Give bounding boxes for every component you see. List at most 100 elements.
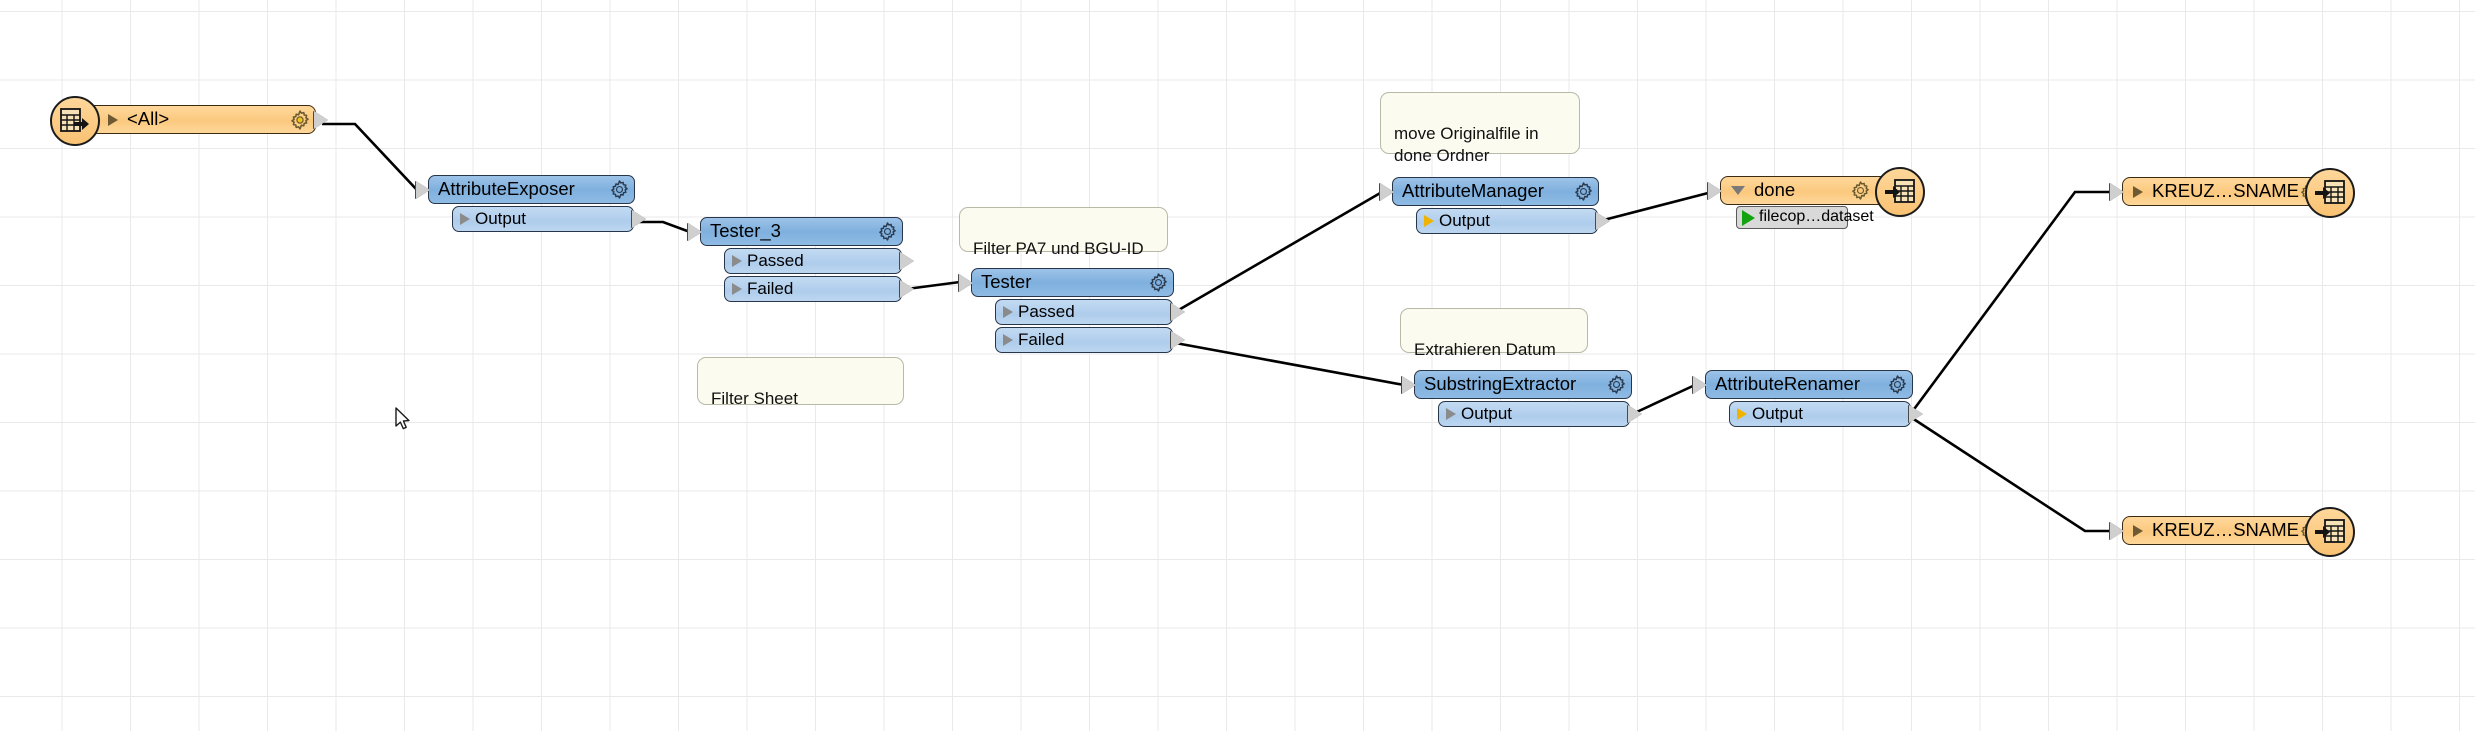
input-connector[interactable] bbox=[2110, 521, 2124, 540]
table-writer-icon bbox=[2305, 168, 2355, 218]
node-kreuz-writer-bottom[interactable]: KREUZ…SNAME bbox=[2110, 507, 2355, 557]
connection-layer bbox=[322, 122, 2113, 533]
input-connector[interactable] bbox=[416, 180, 430, 199]
connection-tester-to-substring_extractor[interactable] bbox=[1169, 340, 1405, 387]
input-connector[interactable] bbox=[2110, 182, 2124, 201]
table-reader-glyph bbox=[60, 108, 89, 132]
annotation-text: Filter Sheet bbox=[711, 388, 798, 408]
attribute-renamer-title: AttributeRenamer bbox=[1715, 374, 1860, 394]
input-connector[interactable] bbox=[1708, 181, 1722, 200]
tester-header[interactable]: Tester bbox=[959, 268, 1174, 297]
output-connector[interactable] bbox=[1628, 405, 1642, 423]
node-done-writer[interactable]: done filecop…dataset bbox=[1708, 167, 1925, 229]
output-connector[interactable] bbox=[1171, 331, 1185, 349]
expand-triangle-icon[interactable] bbox=[2133, 524, 2143, 537]
table-writer-icon bbox=[1875, 167, 1925, 217]
gear-icon[interactable] bbox=[1606, 374, 1627, 395]
node-tester[interactable]: Tester Passed Failed bbox=[959, 268, 1185, 353]
output-connector[interactable] bbox=[1909, 405, 1923, 423]
table-writer-icon bbox=[2305, 507, 2355, 557]
node-substring-extractor[interactable]: SubstringExtractor Output bbox=[1402, 370, 1642, 427]
done-writer-title: done bbox=[1754, 178, 1796, 200]
port-output[interactable]: Output bbox=[1416, 208, 1610, 234]
expand-triangle-icon[interactable] bbox=[2133, 185, 2143, 198]
port-label: Failed bbox=[1018, 330, 1065, 349]
tester-3-header[interactable]: Tester_3 bbox=[688, 217, 903, 246]
substring-extractor-header[interactable]: SubstringExtractor bbox=[1402, 370, 1632, 399]
connection-reader_all-to-attribute_exposer[interactable] bbox=[322, 122, 418, 191]
annotation-move-originalfile[interactable]: move Originalfile in done Ordner bbox=[1380, 92, 1580, 165]
gear-icon[interactable] bbox=[289, 109, 311, 131]
node-attribute-manager[interactable]: AttributeManager Output bbox=[1380, 177, 1610, 234]
port-failed[interactable]: Failed bbox=[995, 327, 1185, 353]
collapse-triangle-icon[interactable] bbox=[1731, 186, 1745, 195]
node-tester-3[interactable]: Tester_3 Passed Failed bbox=[688, 217, 914, 302]
writer-dataset-label: filecop…dataset bbox=[1759, 208, 1874, 225]
connection-attribute_renamer-to-kreuz_writer_top[interactable] bbox=[1907, 190, 2113, 417]
port-triangle-icon bbox=[1003, 334, 1013, 346]
port-label: Output bbox=[1461, 404, 1513, 423]
input-connector[interactable] bbox=[688, 222, 702, 241]
workflow-canvas[interactable]: Filter Sheet Filter PA7 und BGU-ID move … bbox=[0, 0, 2475, 731]
attribute-exposer-title: AttributeExposer bbox=[438, 179, 575, 199]
run-triangle-icon[interactable] bbox=[1742, 209, 1755, 226]
port-label: Passed bbox=[1018, 302, 1075, 321]
node-reader-all[interactable]: <All> bbox=[50, 96, 328, 146]
output-connector[interactable] bbox=[314, 110, 328, 129]
gear-icon[interactable] bbox=[877, 221, 898, 242]
annotation-text: move Originalfile in done Ordner bbox=[1394, 123, 1539, 165]
input-connector[interactable] bbox=[1402, 375, 1416, 394]
annotation-filter-pa7-bgu-id[interactable]: Filter PA7 und BGU-ID bbox=[959, 207, 1168, 258]
port-label: Output bbox=[1439, 211, 1491, 230]
table-writer-glyph bbox=[1885, 179, 1915, 203]
gear-icon[interactable] bbox=[609, 179, 630, 200]
kreuz-writer-top-body[interactable]: KREUZ…SNAME bbox=[2110, 177, 2330, 206]
output-connector[interactable] bbox=[900, 280, 914, 298]
port-label: Output bbox=[1752, 404, 1804, 423]
annotation-extrahieren-datum[interactable]: Extrahieren Datum bbox=[1400, 308, 1588, 359]
kreuz-writer-bottom-body[interactable]: KREUZ…SNAME bbox=[2110, 516, 2330, 545]
port-triangle-icon bbox=[1003, 306, 1013, 318]
input-connector[interactable] bbox=[1693, 375, 1707, 394]
input-connector[interactable] bbox=[959, 273, 973, 292]
kreuz-writer-top-title: KREUZ…SNAME bbox=[2152, 179, 2299, 201]
attribute-manager-title: AttributeManager bbox=[1402, 181, 1544, 201]
output-connector[interactable] bbox=[1596, 212, 1610, 230]
connection-tester-to-attribute_manager[interactable] bbox=[1169, 190, 1383, 317]
done-writer-body[interactable]: done bbox=[1708, 176, 1900, 205]
port-output[interactable]: Output bbox=[452, 206, 646, 232]
port-passed[interactable]: Passed bbox=[724, 248, 914, 274]
port-output[interactable]: Output bbox=[1729, 401, 1923, 427]
annotation-text: Filter PA7 und BGU-ID bbox=[973, 238, 1144, 258]
port-output[interactable]: Output bbox=[1438, 401, 1642, 427]
gear-icon[interactable] bbox=[1887, 374, 1908, 395]
reader-all-title: <All> bbox=[127, 107, 170, 129]
table-reader-icon bbox=[50, 96, 100, 146]
output-connector[interactable] bbox=[632, 210, 646, 228]
attribute-manager-header[interactable]: AttributeManager bbox=[1380, 177, 1599, 206]
node-kreuz-writer-top[interactable]: KREUZ…SNAME bbox=[2110, 168, 2355, 218]
gear-icon[interactable] bbox=[1850, 180, 1871, 201]
attribute-exposer-header[interactable]: AttributeExposer bbox=[416, 175, 635, 204]
reader-all-body[interactable]: <All> bbox=[73, 105, 328, 134]
output-connector[interactable] bbox=[1171, 303, 1185, 321]
port-triangle-icon bbox=[1424, 215, 1434, 227]
annotation-filter-sheet[interactable]: Filter Sheet bbox=[697, 357, 904, 408]
kreuz-writer-bottom-title: KREUZ…SNAME bbox=[2152, 518, 2299, 540]
writer-dataset-row[interactable]: filecop…dataset bbox=[1736, 206, 1874, 229]
gear-icon[interactable] bbox=[1573, 181, 1594, 202]
output-connector[interactable] bbox=[900, 252, 914, 270]
port-failed[interactable]: Failed bbox=[724, 276, 914, 302]
connection-attribute_renamer-to-kreuz_writer_bottom[interactable] bbox=[1908, 414, 2113, 533]
substring-extractor-title: SubstringExtractor bbox=[1424, 374, 1577, 394]
expand-triangle-icon[interactable] bbox=[108, 113, 118, 126]
connection-attribute_manager-to-done_writer[interactable] bbox=[1595, 190, 1713, 224]
node-attribute-exposer[interactable]: AttributeExposer Output bbox=[416, 175, 646, 232]
input-connector[interactable] bbox=[1380, 182, 1394, 201]
mouse-pointer-icon bbox=[395, 407, 410, 430]
port-passed[interactable]: Passed bbox=[995, 299, 1185, 325]
node-attribute-renamer[interactable]: AttributeRenamer Output bbox=[1693, 370, 1923, 427]
gear-icon[interactable] bbox=[1148, 272, 1169, 293]
attribute-renamer-header[interactable]: AttributeRenamer bbox=[1693, 370, 1913, 399]
tester-3-title: Tester_3 bbox=[710, 221, 781, 241]
